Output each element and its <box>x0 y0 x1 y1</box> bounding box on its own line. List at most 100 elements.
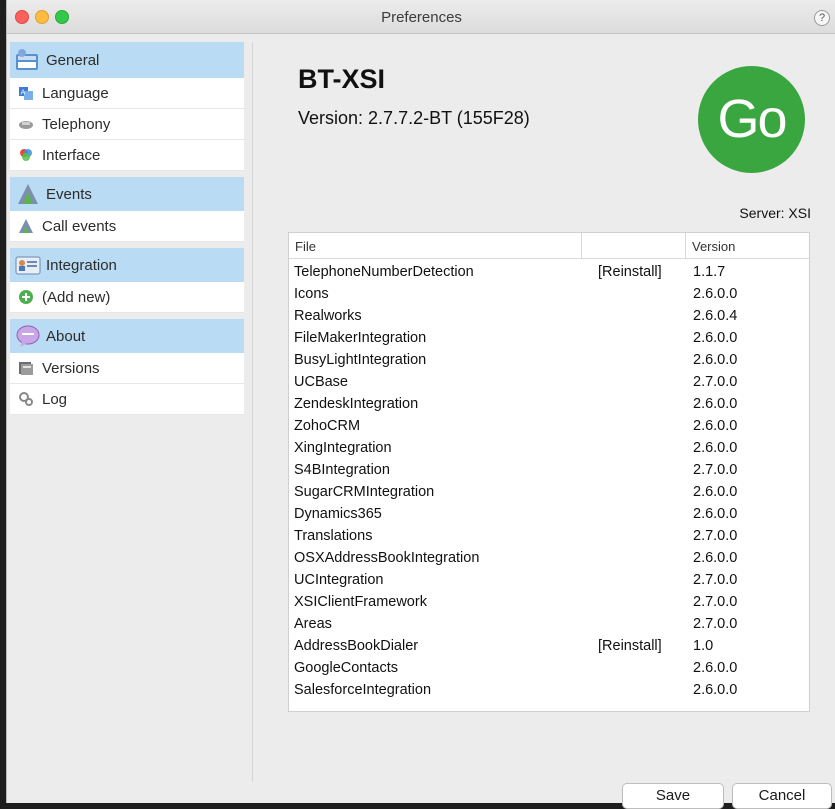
file-name-cell: UCIntegration <box>294 572 384 588</box>
about-chat-icon <box>14 324 42 348</box>
window-title: Preferences <box>381 9 462 26</box>
sidebar-section-label: Events <box>46 185 92 203</box>
version-cell: 2.6.0.0 <box>693 396 738 412</box>
sidebar-section-label: About <box>46 327 86 345</box>
sidebar-section-general[interactable]: General <box>10 42 244 78</box>
version-cell: 2.7.0.0 <box>693 374 738 390</box>
sidebar-section-about[interactable]: About <box>10 319 244 353</box>
file-name-cell: S4BIntegration <box>294 462 390 478</box>
table-row[interactable]: Translations 2.7.0.0 <box>289 525 809 547</box>
table-body: TelephoneNumberDetection [Reinstall] 1.1.7… <box>289 261 809 701</box>
sidebar-item-label: Telephony <box>42 115 111 133</box>
table-header: File Version <box>289 233 809 259</box>
version-cell: 2.6.0.0 <box>693 550 738 566</box>
table-row[interactable]: ZendeskIntegration 2.6.0.0 <box>289 393 809 415</box>
column-header-version[interactable]: Version <box>686 233 809 258</box>
version-cell: 2.6.0.0 <box>693 286 738 302</box>
call-events-icon <box>18 218 34 234</box>
table-row[interactable]: XSIClientFramework 2.7.0.0 <box>289 591 809 613</box>
sidebar-item-log[interactable]: Log <box>10 384 244 415</box>
sidebar-section-label: General <box>46 51 100 69</box>
version-cell: 2.7.0.0 <box>693 594 738 610</box>
table-row[interactable]: Realworks 2.6.0.4 <box>289 305 809 327</box>
table-row[interactable]: AddressBookDialer [Reinstall] 1.0 <box>289 635 809 657</box>
table-row[interactable]: SalesforceIntegration 2.6.0.0 <box>289 679 809 701</box>
cancel-button[interactable]: Cancel <box>732 783 832 809</box>
svg-text:A: A <box>21 89 26 97</box>
version-cell: 1.0 <box>693 638 714 654</box>
sidebar-item-language[interactable]: A Language <box>10 78 244 109</box>
version-label: Version: 2.7.7.2-BT (155F28) <box>298 108 530 128</box>
table-row[interactable]: UCIntegration 2.7.0.0 <box>289 569 809 591</box>
file-name-cell: Icons <box>294 286 329 302</box>
version-cell: 2.7.0.0 <box>693 462 738 478</box>
table-row[interactable]: OSXAddressBookIntegration 2.6.0.0 <box>289 547 809 569</box>
log-icon <box>18 391 34 407</box>
version-cell: 2.6.0.0 <box>693 682 738 698</box>
sidebar-section-events[interactable]: Events <box>10 177 244 211</box>
version-cell: 2.6.0.0 <box>693 484 738 500</box>
sidebar-item-label: Interface <box>42 146 101 164</box>
version-cell: 2.7.0.0 <box>693 572 738 588</box>
table-row[interactable]: Icons 2.6.0.0 <box>289 283 809 305</box>
table-row[interactable]: ZohoCRM 2.6.0.0 <box>289 415 809 437</box>
sidebar-item-interface[interactable]: Interface <box>10 140 244 171</box>
sidebar-item-label: Call events <box>42 217 117 235</box>
sidebar-item-label: Language <box>42 84 109 102</box>
app-name: BT-XSI <box>298 64 386 94</box>
column-header-action[interactable] <box>582 233 686 258</box>
table-row[interactable]: S4BIntegration 2.7.0.0 <box>289 459 809 481</box>
reinstall-link[interactable]: [Reinstall] <box>582 264 686 280</box>
telephony-icon <box>18 116 34 132</box>
sidebar-item-label: (Add new) <box>42 288 111 306</box>
table-row[interactable]: SugarCRMIntegration 2.6.0.0 <box>289 481 809 503</box>
reinstall-link[interactable]: [Reinstall] <box>582 638 686 654</box>
file-name-cell: UCBase <box>294 374 348 390</box>
sidebar-section-label: Integration <box>46 256 117 274</box>
sidebar-item-versions[interactable]: Versions <box>10 353 244 384</box>
versions-icon <box>18 360 34 376</box>
table-row[interactable]: TelephoneNumberDetection [Reinstall] 1.1.7 <box>289 261 809 283</box>
version-cell: 2.6.0.4 <box>693 308 738 324</box>
file-name-cell: FileMakerIntegration <box>294 330 427 346</box>
file-name-cell: ZendeskIntegration <box>294 396 419 412</box>
file-name-cell: XSIClientFramework <box>294 594 427 610</box>
events-icon <box>14 182 42 206</box>
version-cell: 2.7.0.0 <box>693 616 738 632</box>
version-cell: 2.6.0.0 <box>693 506 738 522</box>
sidebar-item-label: Versions <box>42 359 100 377</box>
version-cell: 1.1.7 <box>693 264 726 280</box>
sidebar-item-call-events[interactable]: Call events <box>10 211 244 242</box>
sidebar: General A Language Telephony Interface E… <box>10 42 244 415</box>
language-icon: A <box>18 85 34 101</box>
file-name-cell: XingIntegration <box>294 440 392 456</box>
file-name-cell: Dynamics365 <box>294 506 382 522</box>
sidebar-item-telephony[interactable]: Telephony <box>10 109 244 140</box>
go-logo: Go <box>698 66 805 173</box>
version-cell: 2.6.0.0 <box>693 418 738 434</box>
help-icon[interactable]: ? <box>814 10 830 26</box>
file-name-cell: AddressBookDialer <box>294 638 419 654</box>
table-row[interactable]: XingIntegration 2.6.0.0 <box>289 437 809 459</box>
table-row[interactable]: UCBase 2.7.0.0 <box>289 371 809 393</box>
table-row[interactable]: Areas 2.7.0.0 <box>289 613 809 635</box>
table-row[interactable]: BusyLightIntegration 2.6.0.0 <box>289 349 809 371</box>
column-header-file[interactable]: File <box>289 233 582 258</box>
file-name-cell: Areas <box>294 616 332 632</box>
table-row[interactable]: Dynamics365 2.6.0.0 <box>289 503 809 525</box>
save-button[interactable]: Save <box>622 783 724 809</box>
version-cell: 2.6.0.0 <box>693 330 738 346</box>
server-label: Server: XSI <box>739 205 811 221</box>
interface-icon <box>18 147 34 163</box>
sidebar-item-add-new[interactable]: (Add new) <box>10 282 244 313</box>
file-name-cell: TelephoneNumberDetection <box>294 264 474 280</box>
sidebar-section-integration[interactable]: Integration <box>10 248 244 282</box>
table-row[interactable]: GoogleContacts 2.6.0.0 <box>289 657 809 679</box>
sidebar-item-label: Log <box>42 390 68 408</box>
table-row[interactable]: FileMakerIntegration 2.6.0.0 <box>289 327 809 349</box>
title-bar: Preferences ? <box>7 0 835 34</box>
file-name-cell: SalesforceIntegration <box>294 682 432 698</box>
pane-divider <box>252 42 253 782</box>
version-cell: 2.6.0.0 <box>693 352 738 368</box>
file-name-cell: ZohoCRM <box>294 418 361 434</box>
